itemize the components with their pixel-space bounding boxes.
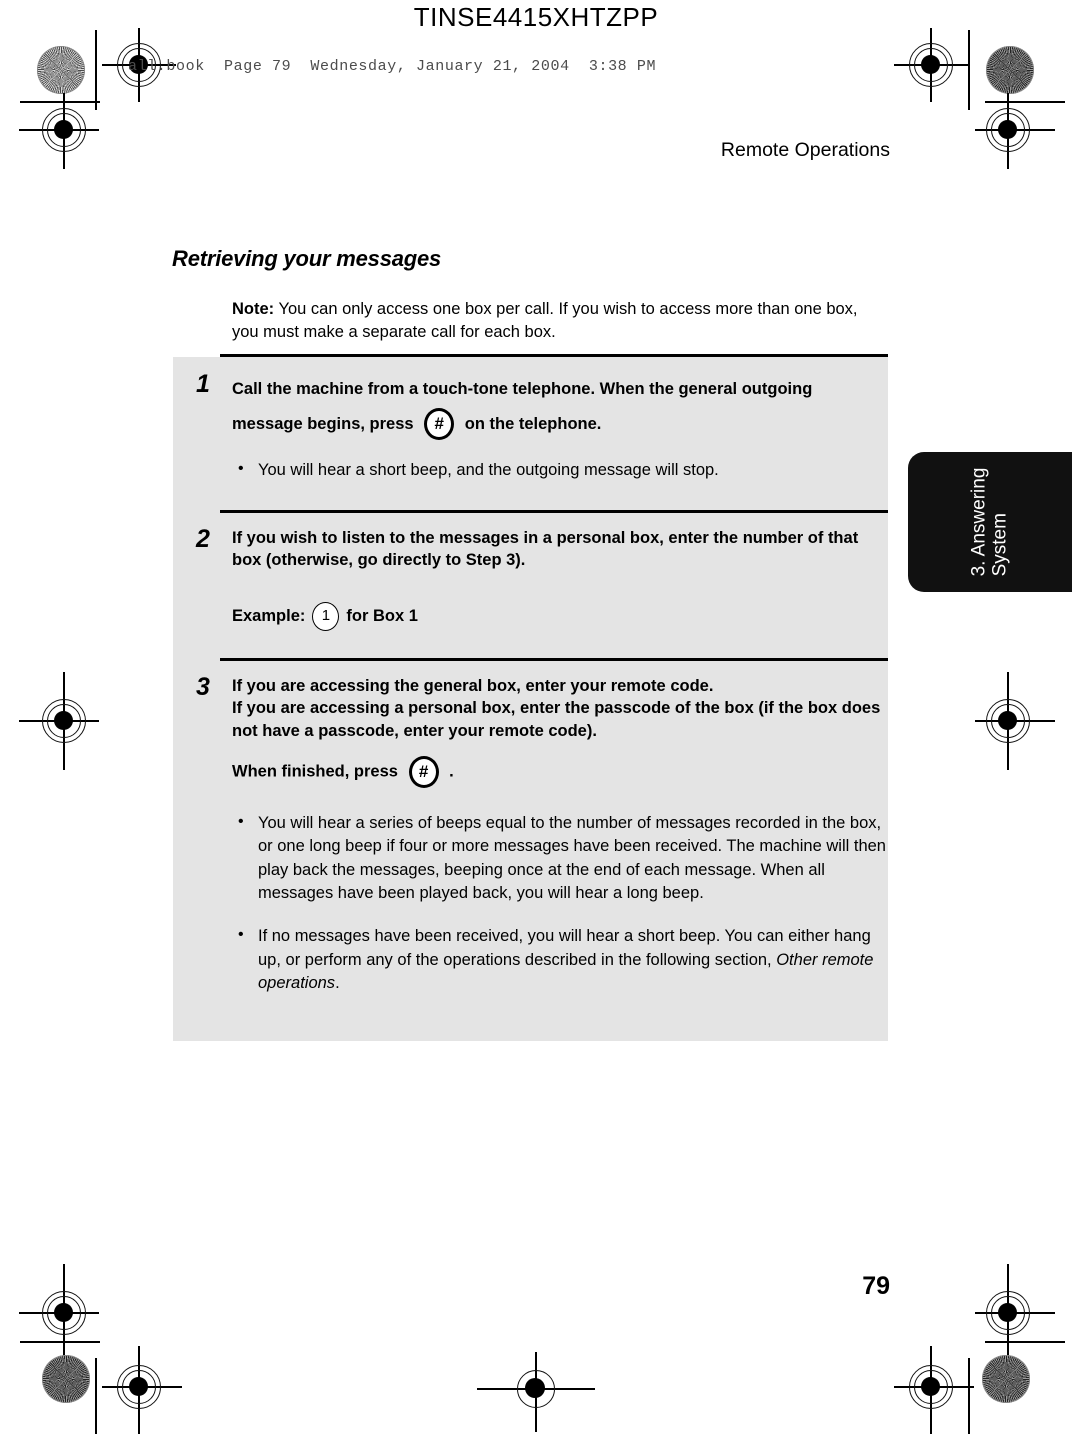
part-number-label: TINSE4415XHTZPP (413, 2, 659, 32)
file-stamp-label: all.book Page 79 Wednesday, January 21, … (128, 58, 657, 75)
step-3-bullet-2: If no messages have been received, you w… (232, 924, 886, 995)
chapter-thumb-tab-line-1: 3. Answering (968, 467, 990, 577)
registration-starburst-bottom-right (982, 1355, 1030, 1403)
step-3-bullet-2-period: . (335, 974, 340, 993)
step-rule-1-2 (220, 510, 888, 513)
step-rule-top (220, 354, 888, 357)
registration-starburst-bottom-left (42, 1355, 90, 1403)
digit-one-key-icon: 1 (312, 601, 340, 631)
step-2: 2 If you wish to listen to the messages … (196, 527, 886, 631)
registration-crosshair-middle-left (19, 672, 99, 770)
step-rule-2-3 (220, 658, 888, 661)
trim-line-bottom-left-vertical (95, 1358, 97, 1434)
registration-crosshair-bottom-left-upper (19, 1264, 99, 1362)
step-3-bullet-1: You will hear a series of beeps equal to… (232, 811, 886, 906)
registration-crosshair-top-right-lower (975, 93, 1055, 169)
step-1-number: 1 (196, 370, 210, 398)
registration-crosshair-bottom-center (477, 1352, 595, 1432)
step-1-text-after-key: on the telephone. (464, 414, 602, 433)
trim-line-right-bottom-horizontal (985, 1341, 1065, 1343)
step-3-text-before-key: When finished, press (232, 762, 398, 781)
registration-starburst-top-right (986, 46, 1034, 94)
trim-line-left-bottom-horizontal (20, 1341, 100, 1343)
note-paragraph: Note: You can only access one box per ca… (232, 298, 882, 346)
registration-crosshair-middle-right (975, 672, 1055, 770)
step-1: 1 Call the machine from a touch-tone tel… (196, 372, 886, 483)
hash-key-icon: # (408, 755, 439, 788)
page-title: Retrieving your messages (172, 246, 442, 272)
chapter-thumb-tab-label: 3. Answering System (969, 468, 1012, 577)
step-3: 3 If you are accessing the general box, … (196, 675, 886, 996)
note-text: You can only access one box per call. If… (232, 299, 858, 342)
registration-crosshair-top-right-upper (894, 28, 968, 102)
step-1-bullet-1: You will hear a short beep, and the outg… (232, 458, 886, 482)
step-3-finish-instruction: When finished, press # . (232, 755, 886, 788)
step-3-number: 3 (196, 673, 210, 701)
step-2-instruction: If you wish to listen to the messages in… (232, 529, 859, 570)
running-head: Remote Operations (720, 139, 890, 161)
step-3-text-after-key: . (449, 762, 454, 781)
chapter-thumb-tab-line-2: System (990, 513, 1011, 577)
step-3-instruction-line-2: If you are accessing a personal box, ent… (232, 699, 881, 740)
registration-crosshair-bottom-right-lower (894, 1346, 974, 1434)
step-2-example: Example: 1 for Box 1 (232, 601, 886, 631)
trim-line-top-left-vertical (95, 30, 97, 110)
step-2-example-label: Example: (232, 606, 306, 625)
registration-crosshair-bottom-right-upper (975, 1264, 1055, 1362)
step-1-instruction: Call the machine from a touch-tone telep… (232, 372, 886, 441)
note-label: Note: (232, 299, 275, 318)
step-2-number: 2 (196, 525, 210, 553)
step-3-instruction-line-1: If you are accessing the general box, en… (232, 677, 714, 695)
hash-key-icon: # (424, 408, 455, 441)
registration-crosshair-top-left-lower (19, 93, 99, 169)
trim-line-bottom-right-vertical (968, 1358, 970, 1434)
trim-line-top-right-vertical (968, 30, 970, 110)
page-number: 79 (862, 1272, 890, 1300)
step-2-example-suffix: for Box 1 (346, 606, 418, 625)
chapter-thumb-tab: 3. Answering System (908, 452, 1072, 592)
registration-crosshair-bottom-left-lower (102, 1346, 182, 1434)
registration-starburst-top-left (37, 46, 85, 94)
